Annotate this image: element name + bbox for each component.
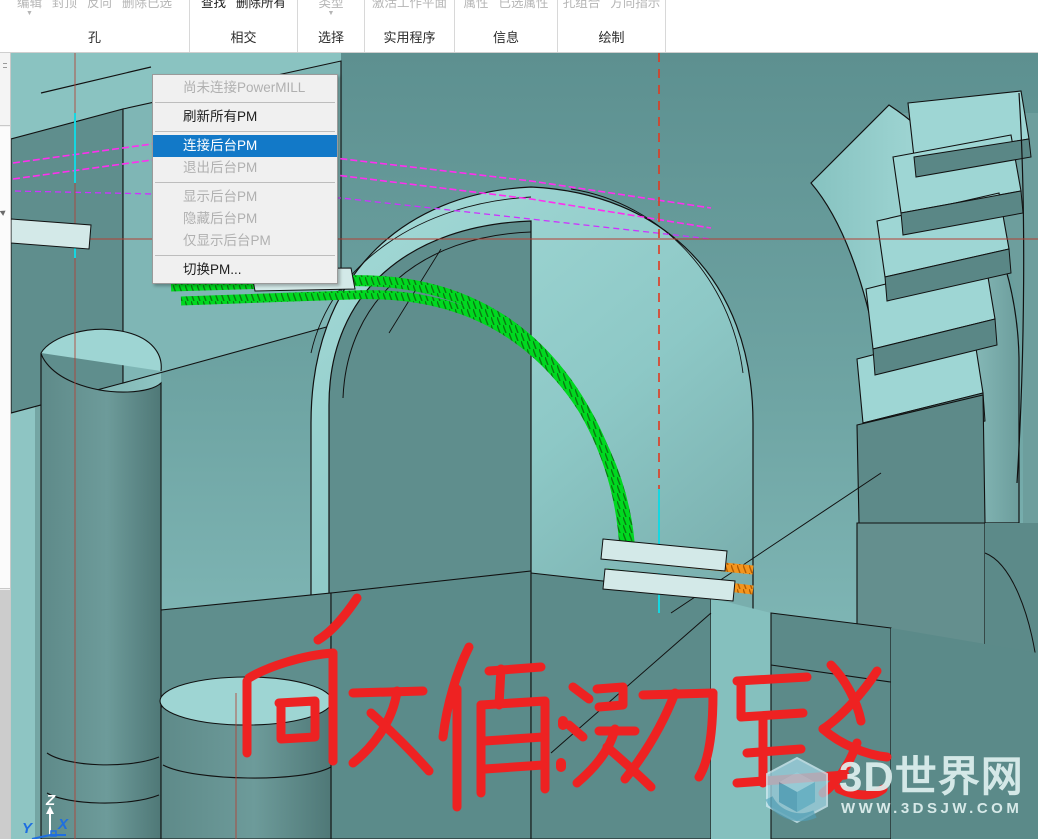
ribbon-button-label: 孔组合 xyxy=(562,0,601,10)
left-dock-strip[interactable] xyxy=(0,53,11,839)
ribbon-button: 方向指示 xyxy=(610,0,660,18)
ribbon-group-label: 选择 xyxy=(317,30,344,45)
context-menu-item-0: 尚未连接PowerMILL xyxy=(183,80,306,95)
ribbon-group-items: 编辑 ▼ 封顶 反向 删除已选 xyxy=(0,0,189,24)
context-menu-item-1[interactable]: 刷新所有PM xyxy=(153,106,337,128)
ribbon-button-label: 编辑 xyxy=(16,0,42,10)
ribbon-group-items: 激活工作平面 xyxy=(365,0,454,24)
context-menu-separator xyxy=(155,255,335,256)
context-menu-separator xyxy=(155,102,335,103)
ribbon-button-label: 方向指示 xyxy=(610,0,661,10)
collapse-arrow-icon[interactable] xyxy=(0,208,8,216)
ribbon-group-1: 查找 删除所有相交 xyxy=(190,0,298,52)
axis-orientation-indicator: Z X Y xyxy=(22,792,92,839)
ribbon-group-items: 属性 已选属性 xyxy=(455,0,557,24)
ribbon-button: 已选属性 xyxy=(499,0,549,18)
watermark-url: WWW.3DSJW.COM xyxy=(841,800,1023,817)
ribbon-button: 反向 xyxy=(87,0,112,18)
axis-label-z: Z xyxy=(46,792,56,809)
ribbon-button[interactable]: 查找 xyxy=(201,0,226,18)
chevron-down-icon[interactable]: ▼ xyxy=(328,10,335,17)
ribbon-button-label: 查找 xyxy=(200,0,226,10)
ribbon-button-label: 已选属性 xyxy=(498,0,549,10)
ribbon-group-3: 激活工作平面实用程序 xyxy=(365,0,455,52)
context-menu-item-5: 隐藏后台PM xyxy=(183,211,258,226)
ribbon-button: 封顶 xyxy=(52,0,77,18)
ribbon-group-items: 孔组合 方向指示 xyxy=(558,0,665,24)
ribbon-button-label: 反向 xyxy=(87,0,113,10)
ribbon-button: 属性 xyxy=(463,0,488,18)
powermill-window: 编辑 ▼ 封顶 反向 删除已选孔查找 删除所有 相交 类型 ▼ 选择 激活工作平面 实用程序 属性 已选属… xyxy=(0,0,1038,839)
ribbon-button: 激活工作平面 xyxy=(372,0,447,18)
watermark-title: 3D世界网 xyxy=(839,753,1024,800)
chevron-down-icon[interactable]: ▼ xyxy=(26,10,33,17)
dock-panel-top[interactable] xyxy=(0,53,10,126)
axis-triad-icon xyxy=(31,806,66,839)
ribbon-group-items: 查找 删除所有 xyxy=(190,0,297,24)
powermill-context-menu[interactable]: 尚未连接PowerMILL 刷新所有PM 连接后台PM 退出后台PM 显示后台PM 隐藏后… xyxy=(152,74,338,284)
axis-label-x: X xyxy=(58,816,69,833)
context-menu-item-3: 退出后台PM xyxy=(183,160,258,175)
ribbon-button: 编辑 ▼ xyxy=(17,0,42,18)
ribbon-toolbar: 编辑 ▼ 封顶 反向 删除已选孔查找 删除所有 相交 类型 ▼ 选择 激活工作平面 实用程序 属性 已选属… xyxy=(0,0,1038,53)
context-menu-item-7[interactable]: 切换PM... xyxy=(153,259,337,281)
ribbon-group-5: 孔组合 方向指示绘制 xyxy=(558,0,666,52)
ribbon-group-list: 编辑 ▼ 封顶 反向 删除已选孔查找 删除所有 相交 类型 ▼ 选择 激活工作平面 实用程序 属性 已选属… xyxy=(0,0,666,52)
ribbon-button[interactable]: 删除所有 xyxy=(236,0,286,18)
ribbon-button: 孔组合 xyxy=(563,0,601,18)
context-menu-item-2[interactable]: 连接后台PM xyxy=(153,135,337,157)
vertical-scrollbar[interactable] xyxy=(0,590,10,839)
dock-tick-icon xyxy=(3,67,7,68)
ribbon-button-label: 激活工作平面 xyxy=(372,0,448,10)
model-left-pillar xyxy=(40,328,162,839)
context-menu-item-6: 仅显示后台PM xyxy=(183,233,271,248)
context-menu-separator xyxy=(155,131,335,132)
context-menu-item-4: 显示后台PM xyxy=(183,189,258,204)
ribbon-group-label: 实用程序 xyxy=(383,30,436,45)
ribbon-group-label: 绘制 xyxy=(598,30,625,45)
ribbon-button-label: 属性 xyxy=(463,0,489,10)
ribbon-group-4: 属性 已选属性信息 xyxy=(455,0,558,52)
ribbon-button-label: 类型 xyxy=(318,0,344,10)
ribbon-button-label: 删除所有 xyxy=(236,0,287,10)
dock-panel-middle[interactable] xyxy=(0,127,10,589)
dock-tick-icon xyxy=(3,63,7,64)
ribbon-group-label: 信息 xyxy=(492,30,519,45)
ribbon-button: 删除已选 xyxy=(122,0,172,18)
ribbon-group-items: 类型 ▼ xyxy=(298,0,364,24)
axis-label-y: Y xyxy=(22,820,33,837)
ribbon-button: 类型 ▼ xyxy=(318,0,343,18)
context-menu-separator xyxy=(155,182,335,183)
site-watermark: 3D世界网 WWW.3DSJW.COM xyxy=(757,752,1029,826)
ribbon-button-label: 封顶 xyxy=(51,0,77,10)
ribbon-group-2: 类型 ▼ 选择 xyxy=(298,0,365,52)
ribbon-button-label: 删除已选 xyxy=(122,0,173,10)
ribbon-group-label: 孔 xyxy=(87,30,101,45)
ribbon-group-label: 相交 xyxy=(230,30,257,45)
ribbon-group-0: 编辑 ▼ 封顶 反向 删除已选孔 xyxy=(0,0,190,52)
